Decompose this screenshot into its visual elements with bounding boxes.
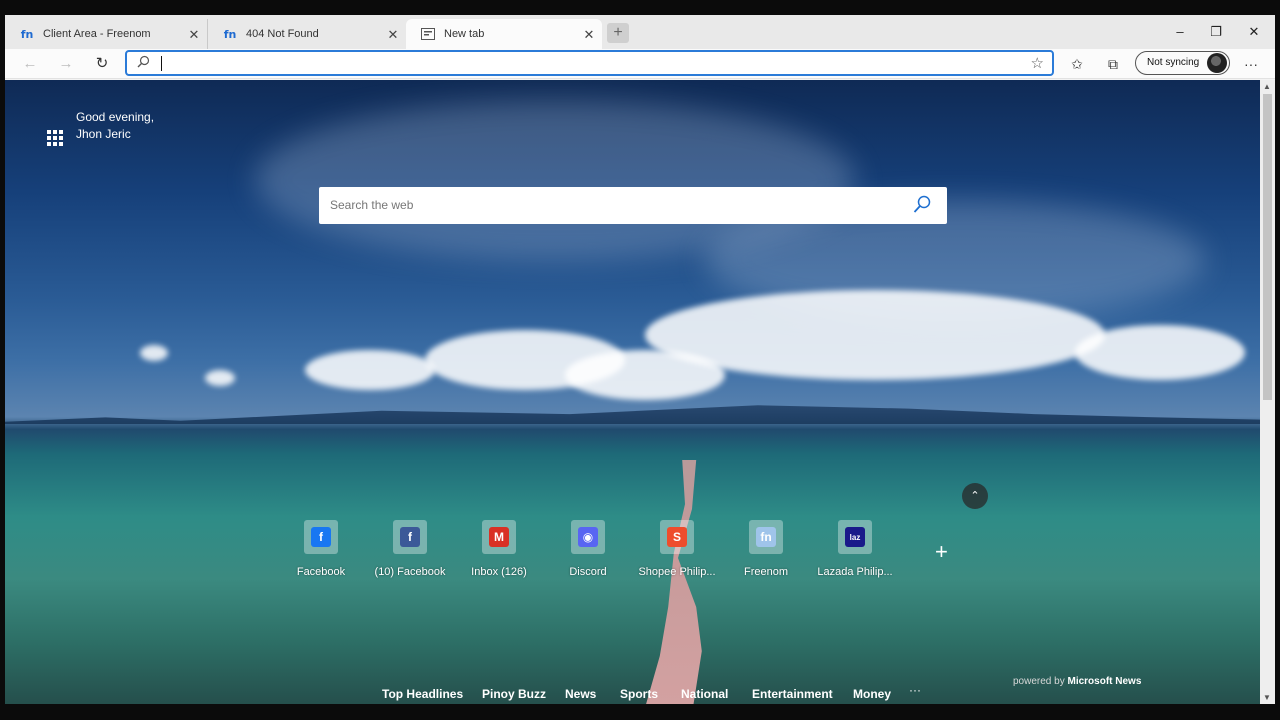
quick-link-tile[interactable]: laz Lazada Philip... bbox=[810, 520, 900, 578]
quick-link-icon-box: f bbox=[393, 520, 427, 554]
freenom-icon: fn bbox=[756, 527, 776, 547]
scroll-up-arrow-icon[interactable]: ▲ bbox=[1263, 82, 1271, 91]
back-button[interactable]: ← bbox=[17, 53, 43, 75]
greeting-line: Good evening, bbox=[76, 110, 155, 124]
scroll-up-button[interactable]: ⌃ bbox=[962, 483, 988, 509]
quick-link-tile[interactable]: M Inbox (126) bbox=[454, 520, 544, 578]
facebook-icon: f bbox=[400, 527, 420, 547]
refresh-button[interactable]: ↻ bbox=[89, 53, 115, 75]
scrollbar-thumb[interactable] bbox=[1263, 94, 1272, 400]
facebook-icon: f bbox=[311, 527, 331, 547]
toolbar: ← → ↻ ☆ ✩ ⧉ Not syncing ··· bbox=[5, 49, 1275, 79]
quick-link-icon-box: laz bbox=[838, 520, 872, 554]
greeting: Good evening, Jhon Jeric bbox=[76, 109, 154, 143]
search-icon[interactable] bbox=[913, 195, 931, 215]
quick-link-icon-box: M bbox=[482, 520, 516, 554]
news-tab-sports[interactable]: Sports bbox=[620, 687, 658, 701]
tab-new-tab[interactable]: New tab ✕ bbox=[406, 19, 602, 49]
apps-grid-icon[interactable] bbox=[47, 130, 63, 146]
profile-sync-button[interactable]: Not syncing bbox=[1135, 51, 1230, 75]
web-search-box[interactable]: Search the web bbox=[319, 187, 947, 224]
news-tab-money[interactable]: Money bbox=[853, 687, 891, 701]
sync-label: Not syncing bbox=[1147, 57, 1200, 68]
add-site-button[interactable]: + bbox=[935, 539, 948, 565]
new-tab-button[interactable]: + bbox=[607, 23, 629, 43]
news-category-bar: Top Headlines Pinoy Buzz News Sports Nat… bbox=[5, 675, 1260, 704]
collections-icon[interactable]: ⧉ bbox=[1101, 54, 1125, 74]
avatar bbox=[1207, 53, 1227, 73]
browser-window: fn Client Area - Freenom ✕ fn 404 Not Fo… bbox=[5, 15, 1275, 704]
favorites-icon[interactable]: ✩ bbox=[1065, 54, 1089, 74]
tab-title: 404 Not Found bbox=[246, 28, 319, 40]
new-tab-icon bbox=[420, 27, 436, 41]
quick-link-icon-box: fn bbox=[749, 520, 783, 554]
news-tab-top-headlines[interactable]: Top Headlines bbox=[382, 687, 463, 701]
news-tab-entertainment[interactable]: Entertainment bbox=[752, 687, 833, 701]
quick-link-label: Facebook bbox=[296, 566, 346, 578]
close-tab-icon[interactable]: ✕ bbox=[386, 27, 400, 43]
favorite-star-icon[interactable]: ☆ bbox=[1031, 54, 1044, 72]
minimize-button[interactable]: – bbox=[1162, 21, 1198, 43]
tab-title: Client Area - Freenom bbox=[43, 28, 151, 40]
quick-link-label: Lazada Philip... bbox=[817, 566, 893, 578]
close-tab-icon[interactable]: ✕ bbox=[187, 27, 201, 43]
quick-link-label: Shopee Philip... bbox=[638, 566, 716, 578]
tab-title: New tab bbox=[444, 28, 485, 40]
quick-link-tile[interactable]: f (10) Facebook bbox=[365, 520, 455, 578]
shopee-icon: S bbox=[667, 527, 687, 547]
news-tab-news[interactable]: News bbox=[565, 687, 596, 701]
scrollbar[interactable]: ▲ ▼ bbox=[1260, 80, 1275, 704]
lazada-icon: laz bbox=[845, 527, 865, 547]
close-window-button[interactable]: ✕ bbox=[1236, 21, 1272, 43]
freenom-icon: fn bbox=[20, 27, 34, 41]
user-name: Jhon Jeric bbox=[76, 127, 131, 141]
text-caret bbox=[161, 56, 162, 71]
gmail-icon: M bbox=[489, 527, 509, 547]
address-bar[interactable]: ☆ bbox=[125, 50, 1054, 76]
search-placeholder: Search the web bbox=[330, 198, 414, 212]
quick-link-tile[interactable]: f Facebook bbox=[276, 520, 366, 578]
quick-link-label: (10) Facebook bbox=[374, 566, 446, 578]
quick-link-tile[interactable]: ◉ Discord bbox=[543, 520, 633, 578]
quick-link-label: Discord bbox=[569, 566, 607, 578]
news-tab-national[interactable]: National bbox=[681, 687, 728, 701]
restore-button[interactable]: ❐ bbox=[1198, 21, 1234, 43]
forward-button[interactable]: → bbox=[53, 53, 79, 75]
tab-404[interactable]: fn 404 Not Found ✕ bbox=[208, 19, 406, 49]
scroll-down-arrow-icon[interactable]: ▼ bbox=[1263, 693, 1271, 702]
tab-client-area[interactable]: fn Client Area - Freenom ✕ bbox=[5, 19, 208, 49]
quick-link-label: Inbox (126) bbox=[471, 566, 527, 578]
quick-link-label: Freenom bbox=[743, 566, 789, 578]
quick-link-icon-box: f bbox=[304, 520, 338, 554]
news-tab-pinoy-buzz[interactable]: Pinoy Buzz bbox=[482, 687, 546, 701]
discord-icon: ◉ bbox=[578, 527, 598, 547]
settings-more-icon[interactable]: ··· bbox=[1239, 54, 1263, 74]
close-tab-icon[interactable]: ✕ bbox=[582, 27, 596, 43]
new-tab-page: Good evening, Jhon Jeric Search the web … bbox=[5, 80, 1260, 704]
quick-link-icon-box: S bbox=[660, 520, 694, 554]
quick-link-tile[interactable]: S Shopee Philip... bbox=[632, 520, 722, 578]
more-categories-icon[interactable]: ··· bbox=[909, 683, 921, 697]
tab-strip: fn Client Area - Freenom ✕ fn 404 Not Fo… bbox=[5, 15, 1275, 49]
quick-link-icon-box: ◉ bbox=[571, 520, 605, 554]
search-icon bbox=[137, 55, 150, 71]
freenom-icon: fn bbox=[223, 27, 237, 41]
quick-link-tile[interactable]: fn Freenom bbox=[721, 520, 811, 578]
